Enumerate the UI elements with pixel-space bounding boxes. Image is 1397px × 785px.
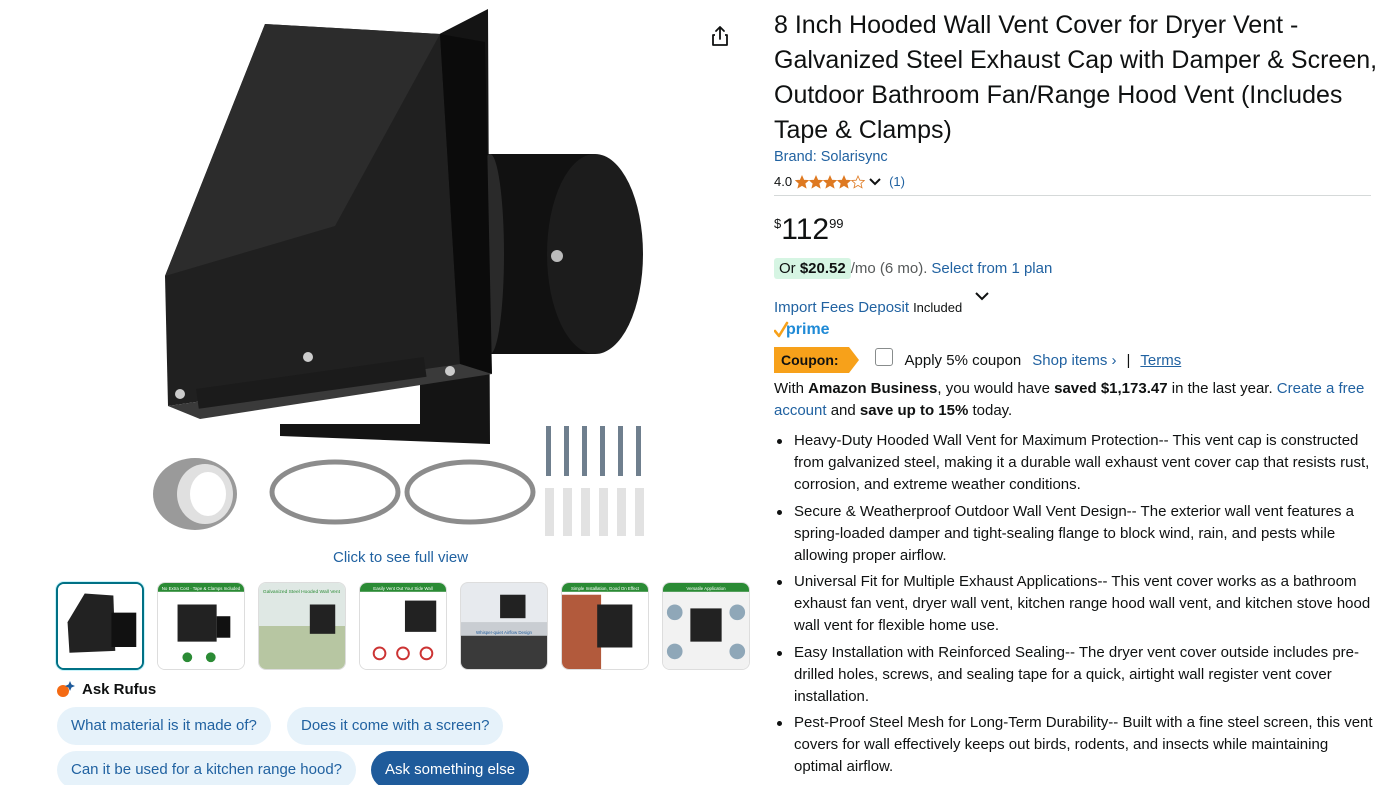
coupon-text: Apply 5% coupon [904,351,1022,369]
select-plan-link[interactable]: Select from 1 plan [931,260,1052,277]
chevron-down-icon[interactable] [974,290,990,302]
coupon-separator: | [1126,351,1131,369]
star-icon [795,174,810,189]
rufus-question-range-hood[interactable]: Can it be used for a kitchen range hood? [57,751,357,785]
thumbnail-7-caption: Versatile Application [686,586,726,591]
full-view-link[interactable]: Click to see full view [333,549,468,566]
prime-label: prime [786,321,830,338]
thumbnail-1[interactable] [56,582,144,670]
thumbnail-5-caption: Whisper-quiet Airflow Design [476,630,532,635]
thumbnail-6-caption: Simple Installation, Good On Effect [571,586,640,591]
product-title: 8 Inch Hooded Wall Vent Cover for Dryer … [774,11,1378,144]
star-rating[interactable] [795,174,866,189]
business-text: in the last year. [1167,380,1277,397]
coupon-row: Coupon: Apply 5% coupon Shop items › | T… [774,347,1181,373]
import-fees-row: Import Fees Deposit Included [774,299,962,316]
import-fees-link[interactable]: Import Fees Deposit [774,299,909,316]
star-icon [837,174,852,189]
rufus-icon [57,681,75,697]
coupon-terms-link[interactable]: Terms [1140,352,1181,369]
star-icon [851,174,866,189]
business-discount: save up to 15% [859,402,969,419]
ask-rufus-label: Ask Rufus [82,680,157,698]
brand-link[interactable]: Brand: Solarisync [774,149,888,165]
feature-bullet: Easy Installation with Reinforced Sealin… [774,642,1374,708]
thumbnail-4[interactable]: Easily Vent Out Your Side Wall [359,582,447,670]
feature-bullet: Pest-Proof Steel Mesh for Long-Term Dura… [774,712,1374,778]
rating-value: 4.0 [774,174,793,189]
monthly-suffix: /mo (6 mo). [850,260,928,277]
thumbnail-6[interactable]: Simple Installation, Good On Effect [561,582,649,670]
rating-count-link[interactable]: (1) [889,174,905,189]
prime-badge: prime [774,321,830,338]
shop-items-link[interactable]: Shop items › [1032,352,1116,369]
thumbnail-5[interactable]: Whisper-quiet Airflow Design [460,582,548,670]
feature-bullet: Universal Fit for Multiple Exhaust Appli… [774,571,1374,637]
divider [774,195,1371,196]
import-fees-status: Included [913,300,963,315]
feature-bullets: Heavy-Duty Hooded Wall Vent for Maximum … [774,430,1374,783]
rufus-question-material[interactable]: What material is it made of? [57,707,271,745]
star-icon [809,174,824,189]
share-icon[interactable] [708,24,732,48]
thumbnail-7[interactable]: Versatile Application [662,582,750,670]
business-name: Amazon Business [808,380,938,397]
chevron-down-icon[interactable] [868,177,882,187]
coupon-badge: Coupon: [774,347,859,373]
thumbnail-strip: No Extra Cost · Tape & Clamps Included G… [56,582,750,670]
monthly-prefix: Or [779,260,800,277]
price-fraction: 99 [829,216,844,231]
business-savings: saved $1,173.47 [1054,380,1168,397]
star-icon [823,174,838,189]
business-text: With [774,380,809,397]
amazon-business-promo: With Amazon Business, you would have sav… [774,378,1374,422]
rufus-question-screen[interactable]: Does it come with a screen? [287,707,504,745]
thumbnail-4-caption: Easily Vent Out Your Side Wall [373,586,432,591]
price-symbol: $ [774,216,782,231]
main-product-image[interactable] [140,4,680,544]
thumbnail-2[interactable]: No Extra Cost · Tape & Clamps Included [157,582,245,670]
feature-bullet: Secure & Weatherproof Outdoor Wall Vent … [774,501,1374,567]
thumbnail-3[interactable]: Galvanized Steel Hooded Wall Vent [258,582,346,670]
monthly-amount: $20.52 [799,260,846,277]
business-text: and [826,402,860,419]
rating-row: 4.0 (1) [774,174,905,189]
monthly-amount-pill: Or $20.52 [774,258,851,279]
ask-something-else-button[interactable]: Ask something else [371,751,530,785]
feature-bullet: Heavy-Duty Hooded Wall Vent for Maximum … [774,430,1374,496]
business-text: today. [968,402,1013,419]
coupon-checkbox[interactable] [874,348,893,366]
business-text: , you would have [937,380,1055,397]
monthly-payment: Or $20.52 /mo (6 mo). Select from 1 plan [774,258,1052,279]
thumbnail-3-caption: Galvanized Steel Hooded Wall Vent [263,589,341,595]
ask-rufus-header: Ask Rufus [56,680,156,698]
thumbnail-2-caption: No Extra Cost · Tape & Clamps Included [162,586,241,591]
price: $ 112 99 [774,212,844,248]
price-whole: 112 [781,213,830,246]
